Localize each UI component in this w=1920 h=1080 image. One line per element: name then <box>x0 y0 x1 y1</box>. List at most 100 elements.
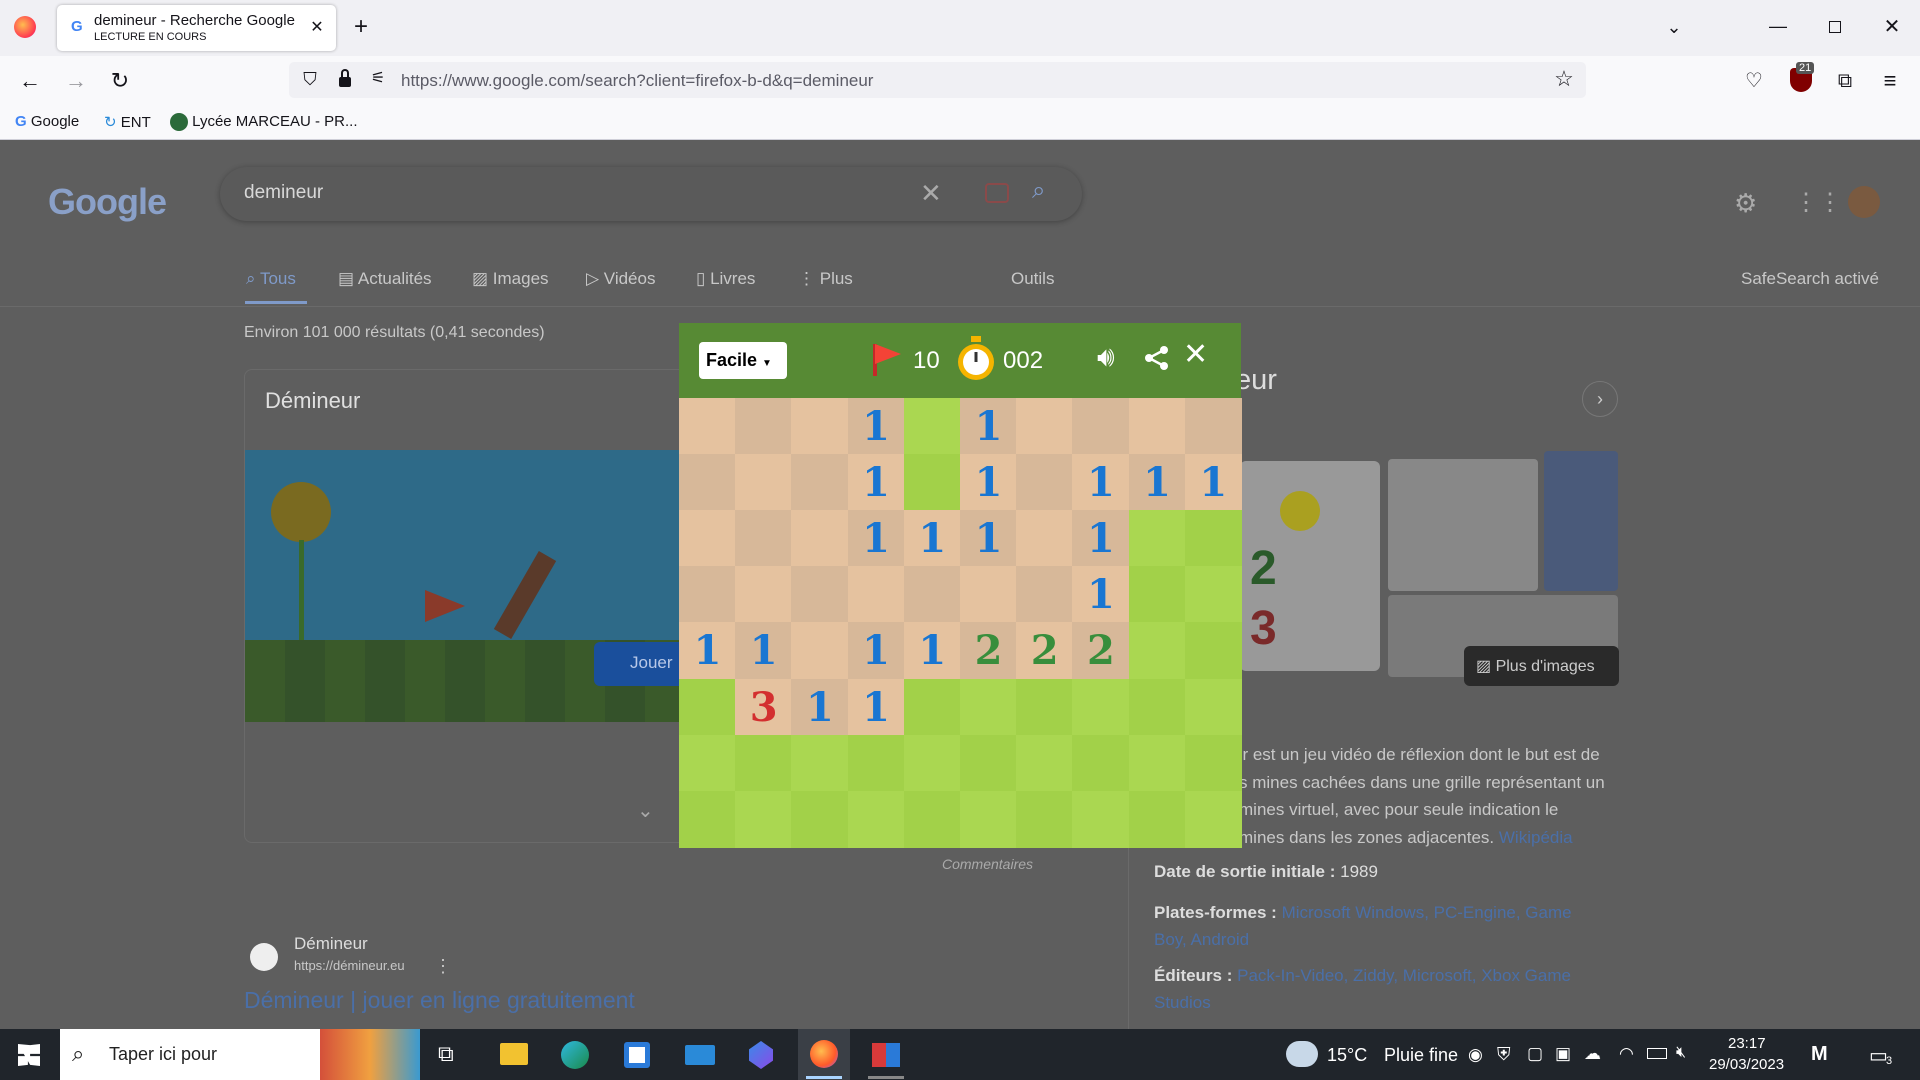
open-cell[interactable] <box>735 398 793 455</box>
number-cell[interactable]: 1 <box>1184 454 1242 512</box>
hidden-cell[interactable] <box>847 790 905 848</box>
number-cell[interactable]: 1 <box>960 510 1017 568</box>
mail-icon[interactable] <box>685 1045 715 1065</box>
publishers-links-2[interactable]: Studios <box>1154 993 1211 1012</box>
url-text[interactable]: https://www.google.com/search?client=fir… <box>401 71 873 91</box>
back-icon[interactable]: ← <box>14 66 46 96</box>
clock-date[interactable]: 29/03/2023 <box>1709 1056 1784 1073</box>
number-cell[interactable]: 2 <box>1016 622 1074 680</box>
number-cell[interactable]: 1 <box>791 678 849 736</box>
hidden-cell[interactable] <box>1128 678 1186 736</box>
close-window-icon[interactable]: ✕ <box>1874 12 1910 42</box>
number-cell[interactable]: 1 <box>960 454 1017 512</box>
tab-books[interactable]: ▯ Livres <box>696 269 755 289</box>
hidden-cell[interactable] <box>1072 734 1130 792</box>
hidden-cell[interactable] <box>1128 510 1186 568</box>
weather-icon[interactable] <box>1286 1041 1318 1067</box>
number-cell[interactable]: 1 <box>1128 454 1186 512</box>
hidden-cell[interactable] <box>1184 622 1242 680</box>
tab-all[interactable]: ⌕ Tous <box>246 269 296 289</box>
extensions-icon[interactable]: ⧉ <box>1829 66 1861 96</box>
hidden-cell[interactable] <box>1184 678 1242 736</box>
menu-icon[interactable]: ≡ <box>1874 66 1906 96</box>
hidden-cell[interactable] <box>1128 622 1186 680</box>
result-site[interactable]: Démineur <box>294 934 368 954</box>
number-cell[interactable]: 2 <box>1072 622 1130 680</box>
hidden-cell[interactable] <box>903 790 961 848</box>
hidden-cell[interactable] <box>735 734 793 792</box>
open-cell[interactable] <box>1072 398 1130 455</box>
tab-google-search[interactable]: G demineur - Recherche Google LECTURE EN… <box>57 5 336 51</box>
minimize-icon[interactable]: — <box>1760 11 1796 41</box>
clear-icon[interactable]: ✕ <box>920 178 942 209</box>
bookmark-star-icon[interactable]: ☆ <box>1549 64 1579 94</box>
open-cell[interactable] <box>679 510 736 568</box>
hidden-cell[interactable] <box>903 398 961 455</box>
task-view-icon[interactable]: ⧉ <box>438 1041 454 1067</box>
network-icon[interactable]: ◠ <box>1619 1044 1634 1064</box>
tracking-protection-icon[interactable]: ⛉ <box>295 64 325 94</box>
open-cell[interactable] <box>1016 566 1074 624</box>
search-query[interactable]: demineur <box>244 182 323 204</box>
open-cell[interactable] <box>1184 398 1242 455</box>
settings-icon[interactable]: ⚙ <box>1734 188 1757 219</box>
share-icon[interactable] <box>1144 345 1170 371</box>
record-icon[interactable]: ◉ <box>1468 1045 1483 1065</box>
number-cell[interactable]: 1 <box>735 622 793 680</box>
hidden-cell[interactable] <box>1128 734 1186 792</box>
feedback-link[interactable]: Commentaires <box>942 856 1033 872</box>
hidden-cell[interactable] <box>1128 566 1186 624</box>
close-tab-icon[interactable]: ✕ <box>305 13 329 43</box>
hidden-cell[interactable] <box>1184 510 1242 568</box>
hidden-cell[interactable] <box>903 734 961 792</box>
minesweeper-app-icon[interactable] <box>872 1043 900 1067</box>
expand-icon[interactable]: ⌄ <box>637 798 654 823</box>
hidden-cell[interactable] <box>1072 678 1130 736</box>
hidden-cell[interactable] <box>903 454 961 512</box>
kp-image-2[interactable] <box>1388 459 1538 591</box>
search-box[interactable]: demineur ✕ ⌕ <box>220 167 1082 221</box>
number-cell[interactable]: 1 <box>847 678 905 736</box>
bing-icon[interactable] <box>749 1041 773 1069</box>
clock-time[interactable]: 23:17 <box>1728 1035 1766 1052</box>
kp-next-icon[interactable]: › <box>1582 381 1618 417</box>
file-explorer-icon[interactable] <box>500 1043 528 1065</box>
hidden-cell[interactable] <box>1128 790 1186 848</box>
hidden-cell[interactable] <box>1016 734 1074 792</box>
hidden-cell[interactable] <box>1072 790 1130 848</box>
number-cell[interactable]: 1 <box>1072 566 1130 624</box>
open-cell[interactable] <box>1016 454 1074 512</box>
result-title[interactable]: Démineur | jouer en ligne gratuitement <box>244 987 635 1014</box>
hidden-cell[interactable] <box>960 790 1017 848</box>
number-cell[interactable]: 1 <box>847 510 905 568</box>
open-cell[interactable] <box>791 454 849 512</box>
number-cell[interactable]: 1 <box>903 622 961 680</box>
tab-news[interactable]: ▤ Actualités <box>338 269 432 289</box>
taskbar-search[interactable]: ⌕ Taper ici pour <box>60 1029 320 1080</box>
bookmark-ent[interactable]: ↻ ENT <box>104 113 151 131</box>
publishers-links[interactable]: Pack-In-Video, Ziddy, Microsoft, Xbox Ga… <box>1237 966 1571 985</box>
apps-icon[interactable]: ⋮⋮ <box>1794 188 1842 217</box>
battery-icon[interactable] <box>1647 1048 1667 1059</box>
hidden-cell[interactable] <box>960 678 1017 736</box>
more-images-button[interactable]: ▨ Plus d'images <box>1464 646 1619 686</box>
lock-icon[interactable] <box>339 77 351 87</box>
open-cell[interactable] <box>960 566 1017 624</box>
number-cell[interactable]: 1 <box>847 398 905 455</box>
hidden-cell[interactable] <box>679 678 736 736</box>
number-cell[interactable]: 2 <box>960 622 1017 680</box>
number-cell[interactable]: 1 <box>960 398 1017 455</box>
hidden-cell[interactable] <box>791 734 849 792</box>
hidden-cell[interactable] <box>679 790 736 848</box>
platforms-links-2[interactable]: Boy, Android <box>1154 930 1249 949</box>
store-icon[interactable] <box>624 1042 650 1068</box>
open-cell[interactable] <box>735 454 793 512</box>
number-cell[interactable]: 1 <box>679 622 736 680</box>
number-cell[interactable]: 1 <box>847 454 905 512</box>
hidden-cell[interactable] <box>791 790 849 848</box>
hidden-cell[interactable] <box>679 734 736 792</box>
start-icon[interactable] <box>18 1044 40 1066</box>
number-cell[interactable]: 1 <box>1072 510 1130 568</box>
kp-main-image[interactable]: 2 3 <box>1240 461 1380 671</box>
open-cell[interactable] <box>1016 398 1074 455</box>
